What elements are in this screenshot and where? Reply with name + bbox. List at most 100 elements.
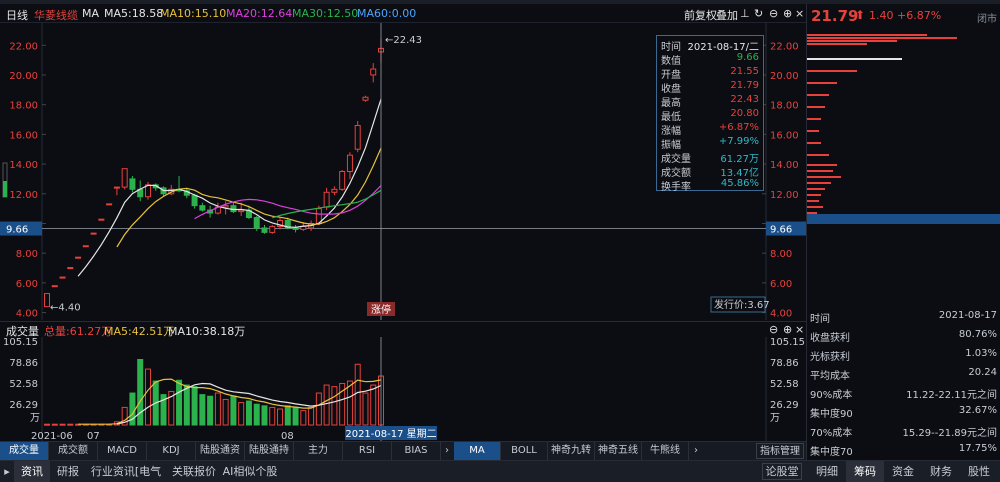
ma20-value: MA20:12.64 bbox=[226, 7, 293, 20]
low-annotation: ←4.40 bbox=[50, 303, 81, 314]
candle-body bbox=[90, 232, 97, 235]
volume-header: 成交量 总量:61.27万 MA5:42.51万 MA10:38.18万 ⊖ ⊕… bbox=[0, 321, 806, 338]
price-tick-label: 14.00 bbox=[770, 160, 799, 171]
candle-body bbox=[129, 178, 136, 190]
tab-0[interactable]: 成交量 bbox=[0, 442, 49, 460]
volume-bar bbox=[176, 379, 183, 426]
chip-bar bbox=[807, 188, 825, 190]
chip-bar bbox=[807, 40, 897, 42]
chip-stat-value: 20.24 bbox=[968, 367, 997, 378]
issue-price-label: 发行价:3.67 bbox=[714, 298, 770, 311]
side-tab-2[interactable]: 资金 bbox=[884, 461, 922, 482]
chip-bar bbox=[807, 194, 821, 196]
indicator-tab-4[interactable]: 牛熊线 bbox=[642, 442, 689, 460]
adjust-button[interactable]: 前复权 bbox=[684, 7, 717, 23]
ma-label[interactable]: MA bbox=[82, 7, 99, 20]
price-tick-label: 16.00 bbox=[9, 130, 38, 141]
info-key: 最高 bbox=[661, 98, 681, 109]
pin-icon[interactable]: ⊥ bbox=[740, 7, 750, 20]
tab-2[interactable]: MACD bbox=[98, 442, 147, 460]
chip-bar bbox=[807, 70, 857, 72]
close-icon[interactable]: × bbox=[795, 323, 804, 336]
info-value: 13.47亿 bbox=[720, 168, 759, 179]
indicator-tab-3[interactable]: 神奇五线谱 bbox=[595, 442, 642, 474]
volume-bar bbox=[144, 368, 151, 426]
close-icon[interactable]: × bbox=[795, 7, 804, 20]
indicator-tab-2[interactable]: 神奇九转 bbox=[548, 442, 595, 460]
stock-name: 华菱线缆 bbox=[34, 9, 78, 22]
side-tab-1[interactable]: 筹码 bbox=[846, 461, 884, 482]
price-change: 1.40 bbox=[869, 9, 894, 22]
side-tab-0[interactable]: 明细 bbox=[808, 461, 846, 482]
footer-tab-0[interactable]: 资讯 bbox=[14, 461, 50, 482]
footer-tabs-bar: ▸资讯研报行业资讯[电气设备]关联报价AI相似个股 论股堂明细筹码资金财务股性 bbox=[0, 460, 1000, 482]
chip-bar bbox=[807, 176, 841, 178]
info-row: 振幅 +7.99% bbox=[657, 136, 763, 151]
tab-7[interactable]: RSI bbox=[343, 442, 392, 460]
chip-stat-row: 收盘获利 80.76% bbox=[810, 329, 1000, 347]
chip-bar bbox=[807, 212, 817, 214]
volume-unit-left: 万 bbox=[30, 413, 40, 424]
tab-6[interactable]: 主力 bbox=[294, 442, 343, 460]
zoom-out-icon[interactable]: ⊖ bbox=[769, 7, 778, 20]
zoom-out-icon[interactable]: ⊖ bbox=[769, 323, 778, 336]
volume-tick-label: 26.29 bbox=[9, 400, 38, 411]
indicator-scroll-right-icon[interactable]: › bbox=[690, 442, 702, 460]
chip-bar bbox=[807, 37, 957, 39]
volume-chart-canvas[interactable]: 105.15 105.15 78.86 78.86 52.58 52.58 26.29 26.… bbox=[0, 337, 806, 442]
volume-bar bbox=[230, 395, 237, 426]
chip-bar bbox=[807, 182, 831, 184]
date-tick-label: 08 bbox=[281, 431, 294, 441]
info-row: 开盘 21.55 bbox=[657, 66, 763, 81]
forum-button[interactable]: 论股堂 bbox=[762, 463, 802, 480]
footer-collapse-icon[interactable]: ▸ bbox=[0, 461, 14, 482]
info-key: 收盘 bbox=[661, 84, 681, 95]
footer-tab-2[interactable]: 行业资讯[电气设备] bbox=[86, 461, 166, 482]
volume-bar bbox=[261, 405, 268, 426]
footer-tab-1[interactable]: 研报 bbox=[50, 461, 86, 482]
footer-tab-3[interactable]: 关联报价 bbox=[166, 461, 222, 482]
chip-stat-value: 15.29--21.89元之间 bbox=[902, 428, 997, 439]
candle-body bbox=[238, 209, 245, 213]
crosshair-info-box: 时间 2021-08-17/二 数值 9.66 开盘 21.55 收盘 21.79 最高 22.4… bbox=[656, 35, 764, 193]
tab-1[interactable]: 成交额 bbox=[49, 442, 98, 460]
volume-bar bbox=[199, 394, 206, 426]
date-tick-label: 07 bbox=[87, 431, 100, 441]
candle-body bbox=[370, 68, 377, 76]
period-label[interactable]: 日线 bbox=[6, 7, 28, 23]
volume-chart[interactable]: 105.15 105.15 78.86 78.86 52.58 52.58 26.29 26.… bbox=[0, 337, 806, 442]
tab-4[interactable]: 陆股通资金 bbox=[196, 442, 245, 474]
candle-body bbox=[362, 96, 369, 101]
indicator-tab-1[interactable]: BOLL bbox=[501, 442, 548, 460]
price-tick-label: 12.00 bbox=[770, 190, 799, 201]
side-tab-4[interactable]: 股性 bbox=[960, 461, 998, 482]
volume-bar bbox=[300, 410, 307, 426]
refresh-icon[interactable]: ↻ bbox=[754, 7, 763, 20]
zoom-in-icon[interactable]: ⊕ bbox=[783, 7, 792, 20]
candle-body bbox=[191, 194, 198, 207]
info-value: +7.99% bbox=[718, 136, 759, 147]
footer-tab-4[interactable]: AI相似个股 bbox=[222, 461, 278, 482]
candle-body bbox=[106, 203, 113, 206]
chip-bar bbox=[807, 43, 867, 45]
level-label-left: 9.66 bbox=[6, 225, 28, 236]
indicator-tab-0[interactable]: MA bbox=[454, 442, 501, 460]
price-tick-label: 20.00 bbox=[9, 71, 38, 82]
chip-stat-row: 70%成本 15.29--21.89元之间 bbox=[810, 424, 1000, 442]
price-tick-label: 8.00 bbox=[770, 249, 792, 260]
chip-bar bbox=[807, 200, 819, 202]
overlay-button[interactable]: 叠加 bbox=[716, 7, 738, 23]
tabs-scroll-right-icon[interactable]: › bbox=[441, 442, 453, 460]
volume-tick-label: 52.58 bbox=[770, 379, 799, 390]
side-tab-3[interactable]: 财务 bbox=[922, 461, 960, 482]
indicator-manage-button[interactable]: 指标管理 bbox=[756, 443, 804, 459]
tab-5[interactable]: 陆股通持股 bbox=[245, 442, 294, 474]
tab-3[interactable]: KDJ bbox=[147, 442, 196, 460]
candle-body bbox=[269, 225, 276, 233]
volume-bar bbox=[51, 423, 58, 426]
zoom-in-icon[interactable]: ⊕ bbox=[783, 323, 792, 336]
tab-8[interactable]: BIAS bbox=[392, 442, 441, 460]
chip-stat-key: 光标获利 bbox=[810, 352, 850, 363]
ma5-value: MA5:18.58 bbox=[104, 7, 164, 20]
candle-body bbox=[261, 227, 268, 233]
